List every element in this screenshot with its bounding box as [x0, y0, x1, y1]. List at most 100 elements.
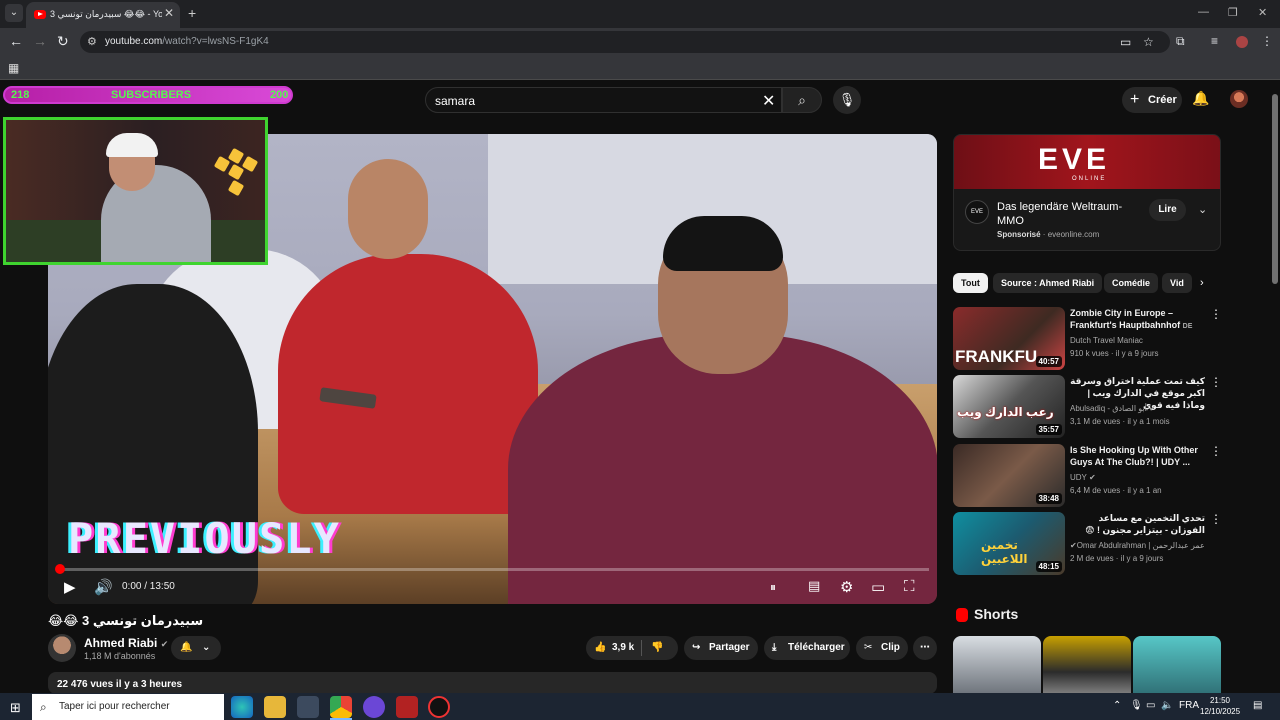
ad-cta-button[interactable]: Lire [1149, 199, 1186, 221]
more-vertical-icon[interactable]: ⋮ [1210, 375, 1222, 389]
video-thumbnail[interactable]: FRANKFU 40:57 [953, 307, 1065, 370]
tab-search-button[interactable]: ⌄ [5, 4, 23, 22]
subscription-bell-button[interactable]: 🔔 ⌄ [171, 636, 221, 660]
chip-source[interactable]: Source : Ahmed Riabi [993, 273, 1103, 293]
streaming-app-icon[interactable] [396, 696, 418, 718]
list-item[interactable]: 38:48 Is She Hooking Up With Other Guys … [953, 444, 1222, 508]
store-icon[interactable] [297, 696, 319, 718]
video-title[interactable]: تحدي التخمين مع مساعد الفوزان - بيتزاير … [1070, 512, 1205, 536]
short-thumbnail[interactable] [1133, 636, 1221, 696]
profile-avatar-icon[interactable] [1236, 36, 1248, 48]
channel-avatar[interactable] [48, 634, 76, 662]
apps-grid-icon[interactable]: ▦ [8, 61, 19, 75]
video-title: سبيدرمان تونسي 3 😂😂 [48, 613, 204, 628]
channel-name[interactable]: UDY ✔ [1070, 473, 1096, 482]
video-thumbnail[interactable]: رعب الدارك ويب 35:57 [953, 375, 1065, 438]
media-control-icon[interactable]: ≡ [1211, 34, 1218, 48]
chip-comedy[interactable]: Comédie [1104, 273, 1159, 293]
search-icon: ⌕ [798, 92, 806, 108]
clear-search-icon[interactable]: ✕ [762, 91, 775, 111]
chip-video[interactable]: Vid [1162, 273, 1192, 293]
video-thumbnail[interactable]: 38:48 [953, 444, 1065, 507]
account-avatar[interactable] [1230, 90, 1248, 108]
voice-search-button[interactable]: 🎙 [833, 86, 861, 114]
progress-scrubber[interactable] [54, 564, 65, 574]
youtube-favicon-icon [34, 10, 46, 19]
cast-icon[interactable]: ▭ [1120, 35, 1131, 49]
video-title[interactable]: Is She Hooking Up With Other Guys At The… [1070, 444, 1205, 468]
discord-icon[interactable] [363, 696, 385, 718]
fullscreen-icon[interactable]: ⛶ [904, 578, 915, 595]
create-button[interactable]: + Créer [1122, 87, 1182, 113]
autoplay-toggle-icon[interactable]: ⏸ [770, 580, 776, 595]
active-tab[interactable]: سبيدرمان تونسي 3 😂😂 - YouTube ✕ [26, 2, 180, 28]
browser-toolbar: ← → ↻ ⚙ youtube.com/watch?v=lwsNS-F1gK4 … [0, 28, 1280, 56]
forward-icon[interactable]: → [33, 33, 47, 49]
more-actions-button[interactable]: ⋯ [913, 636, 937, 660]
reload-icon[interactable]: ↻ [57, 33, 69, 50]
file-explorer-icon[interactable] [264, 696, 286, 718]
more-vertical-icon[interactable]: ⋮ [1210, 307, 1222, 321]
theater-mode-icon[interactable]: ▭ [871, 578, 885, 596]
settings-gear-icon[interactable]: ⚙ [840, 578, 853, 596]
taskbar-search-box[interactable]: ⌕ Taper ici pour rechercher [32, 694, 224, 720]
microphone-tray-icon[interactable]: 🎙 [1130, 700, 1143, 711]
close-tab-icon[interactable]: ✕ [164, 6, 174, 20]
subtitles-icon[interactable]: ▤ [808, 578, 820, 594]
minimize-icon[interactable]: — [1198, 6, 1209, 18]
video-title[interactable]: Zombie City in Europe – Frankfurt's Haup… [1070, 307, 1205, 333]
search-button[interactable]: ⌕ [782, 87, 822, 113]
clip-button[interactable]: ✂ Clip [856, 636, 908, 660]
list-item[interactable]: رعب الدارك ويب 35:57 كيف تمت عملية اخترا… [953, 375, 1222, 439]
page-scrollbar[interactable] [1270, 80, 1280, 693]
ad-sponsored-line: Sponsorisé · eveonline.com [997, 230, 1100, 239]
obs-icon[interactable] [428, 696, 450, 718]
address-bar[interactable]: ⚙ youtube.com/watch?v=lwsNS-F1gK4 ▭ ☆ [80, 31, 1170, 53]
dislike-button[interactable]: 👎 [651, 636, 663, 660]
sponsored-ad-card[interactable]: EVE ONLINE EVE Das legendäre Weltraum-MM… [953, 134, 1221, 251]
share-button[interactable]: ↪ Partager [684, 636, 758, 660]
chevron-down-icon[interactable]: ⌄ [1198, 203, 1207, 216]
chip-all[interactable]: Tout [953, 273, 988, 293]
more-vertical-icon[interactable]: ⋮ [1210, 444, 1222, 458]
download-button[interactable]: ⤓ Télécharger [764, 636, 850, 660]
new-tab-icon[interactable]: + [188, 5, 196, 21]
menu-kebab-icon[interactable]: ⋮ [1261, 34, 1273, 48]
windows-start-icon[interactable]: ⊞ [10, 700, 21, 716]
video-thumbnail[interactable]: تخمين اللاعبين 48:15 [953, 512, 1065, 575]
bookmark-star-icon[interactable]: ☆ [1143, 35, 1154, 49]
list-item[interactable]: تخمين اللاعبين 48:15 تحدي التخمين مع مسا… [953, 512, 1222, 576]
short-thumbnail[interactable] [1043, 636, 1131, 696]
site-info-icon[interactable]: ⚙ [87, 35, 97, 48]
chrome-icon[interactable] [330, 696, 352, 718]
notifications-bell-icon[interactable]: 🔔 [1192, 90, 1209, 107]
channel-name[interactable]: Abulsadiq - أبو الصادق ✔ [1070, 404, 1156, 413]
extensions-icon[interactable]: ⧉ [1176, 34, 1185, 49]
like-button[interactable]: 👍 [594, 636, 606, 660]
edge-icon[interactable] [231, 696, 253, 718]
notification-center-icon[interactable]: ▤ [1253, 700, 1262, 711]
video-progress-bar[interactable] [54, 564, 929, 574]
channel-name[interactable]: ✔Omar Abdulrahman | عمر عبدالرحمن [1070, 541, 1205, 550]
scrollbar-thumb[interactable] [1272, 94, 1278, 284]
short-thumbnail[interactable] [953, 636, 1041, 696]
network-icon[interactable]: ▭ [1146, 700, 1155, 711]
more-vertical-icon[interactable]: ⋮ [1210, 512, 1222, 526]
ad-title[interactable]: Das legendäre Weltraum-MMO [997, 200, 1132, 228]
restore-icon[interactable]: ❐ [1228, 6, 1238, 19]
tray-overflow-icon[interactable]: ⌃ [1113, 700, 1121, 711]
system-clock[interactable]: 21:50 12/10/2025 [1200, 695, 1240, 717]
list-item[interactable]: FRANKFU 40:57 Zombie City in Europe – Fr… [953, 307, 1222, 371]
channel-name[interactable]: Ahmed Riabi ✔ [84, 636, 168, 650]
input-language[interactable]: FRA [1179, 700, 1199, 711]
back-icon[interactable]: ← [9, 33, 23, 49]
chevron-right-icon[interactable]: › [1200, 277, 1204, 289]
search-input[interactable]: samara ✕ [425, 87, 782, 113]
play-icon[interactable]: ▶ [64, 578, 76, 596]
description-box[interactable]: 22 476 vues il y a 3 heures [48, 672, 937, 694]
channel-name[interactable]: Dutch Travel Maniac [1070, 336, 1143, 345]
close-window-icon[interactable]: ✕ [1258, 6, 1267, 19]
volume-icon[interactable]: 🔊 [94, 578, 113, 596]
volume-tray-icon[interactable]: 🔈 [1161, 700, 1173, 711]
verified-icon: ✔ [1088, 473, 1096, 482]
